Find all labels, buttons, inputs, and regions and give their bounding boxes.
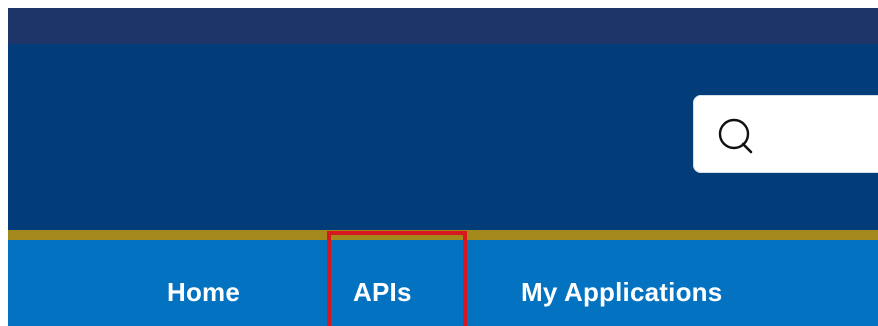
search-box[interactable] [693,95,878,173]
portal-screenshot: Home APIs My Applications [0,0,878,326]
top-strip [8,8,878,44]
nav-item-home[interactable]: Home [167,270,240,314]
search-icon[interactable] [715,115,759,159]
nav-item-my-applications[interactable]: My Applications [521,270,722,314]
apis-highlight-box [327,231,467,326]
